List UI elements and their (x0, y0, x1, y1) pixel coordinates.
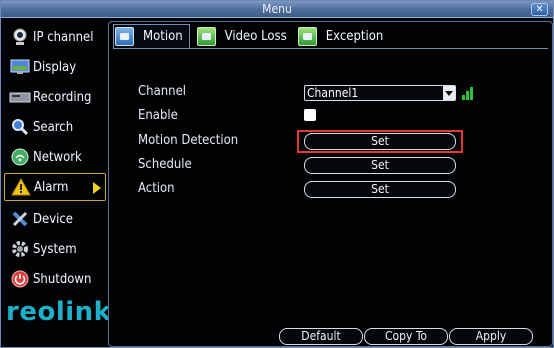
tab-divider (113, 48, 548, 49)
title-bar: Menu ✕ (1, 1, 553, 18)
channel-select[interactable]: Channel1 (304, 85, 456, 101)
tab-bar: Motion Video Loss Exception (113, 24, 393, 48)
power-icon (9, 270, 31, 288)
exception-icon (297, 26, 317, 46)
network-icon (9, 148, 31, 166)
recorder-icon (9, 88, 31, 106)
enable-checkbox[interactable] (304, 109, 316, 121)
tab-exception[interactable]: Exception (297, 24, 394, 48)
signal-strength-icon (462, 85, 476, 100)
chevron-down-icon[interactable] (443, 86, 455, 100)
sidebar-item-label: Display (33, 59, 77, 75)
sidebar-item-display[interactable]: Display (4, 53, 106, 81)
gear-icon (9, 240, 31, 258)
active-arrow-icon (93, 182, 101, 194)
tab-label: Exception (325, 28, 384, 44)
sidebar-item-label: IP channel (33, 29, 94, 45)
monitor-icon (9, 58, 31, 76)
magnifier-icon (9, 118, 31, 136)
sidebar-item-label: Device (33, 211, 74, 227)
sidebar-item-label: Search (33, 119, 74, 135)
sidebar-item-search[interactable]: Search (4, 113, 106, 141)
tab-label: Video Loss (224, 28, 287, 44)
sidebar-item-label: Network (33, 149, 82, 165)
sidebar-item-device[interactable]: Device (4, 205, 106, 233)
sidebar-item-label: Recording (33, 89, 92, 105)
video-loss-icon (196, 26, 216, 46)
channel-label: Channel (138, 84, 187, 99)
tools-icon (9, 210, 31, 228)
sidebar-item-recording[interactable]: Recording (4, 83, 106, 111)
tab-label: Motion (143, 29, 183, 44)
action-label: Action (138, 181, 175, 196)
sidebar-item-system[interactable]: System (4, 235, 106, 263)
tab-video-loss[interactable]: Video Loss (196, 24, 297, 48)
action-set-button[interactable]: Set (304, 181, 456, 198)
menu-window: Menu ✕ IP channel Display Recording Sear… (0, 0, 554, 348)
motion-detection-set-button[interactable]: Set (304, 133, 456, 150)
motion-icon (115, 27, 134, 46)
default-button[interactable]: Default (279, 328, 363, 345)
apply-button[interactable]: Apply (449, 328, 533, 345)
alarm-panel: Motion Video Loss Exception Channel Chan… (108, 21, 553, 347)
window-title: Menu (262, 2, 292, 16)
tab-motion[interactable]: Motion (113, 24, 190, 48)
copy-to-button[interactable]: Copy To (364, 328, 448, 345)
reolink-logo: reolink (6, 297, 112, 327)
close-button[interactable]: ✕ (531, 3, 548, 16)
sidebar-item-ip-channel[interactable]: IP channel (4, 23, 106, 51)
motion-detection-label: Motion Detection (138, 133, 239, 148)
schedule-label: Schedule (138, 157, 192, 172)
channel-select-value: Channel1 (307, 86, 359, 100)
sidebar-item-label: System (33, 241, 77, 257)
warning-icon (10, 178, 32, 196)
sidebar: IP channel Display Recording Search Netw… (4, 21, 112, 347)
webcam-icon (9, 28, 31, 46)
sidebar-item-shutdown[interactable]: Shutdown (4, 265, 106, 293)
sidebar-item-network[interactable]: Network (4, 143, 106, 171)
sidebar-item-label: Shutdown (33, 271, 92, 287)
sidebar-item-label: Alarm (34, 179, 69, 195)
enable-label: Enable (138, 108, 178, 123)
schedule-set-button[interactable]: Set (304, 157, 456, 174)
sidebar-item-alarm[interactable]: Alarm (4, 173, 106, 201)
